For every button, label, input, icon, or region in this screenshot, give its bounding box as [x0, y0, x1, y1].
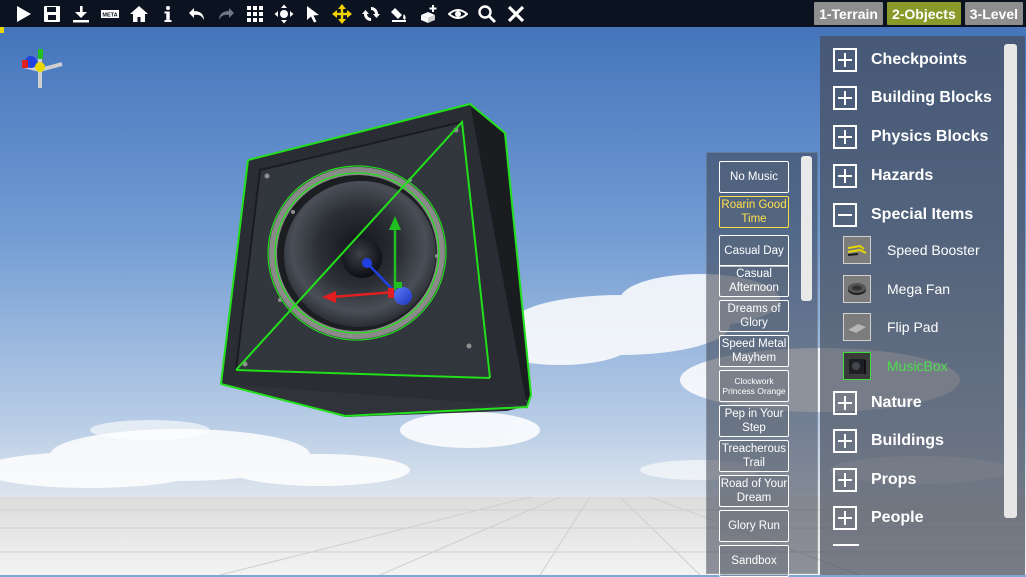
meta-button[interactable]: META	[95, 0, 124, 27]
catalog-category-nature[interactable]: Nature	[833, 388, 922, 418]
play-icon	[16, 5, 31, 22]
search-icon	[477, 4, 496, 23]
music-selection-panel: No Music Roarin Good Time Casual Day Casual…	[706, 152, 818, 577]
close-icon	[507, 5, 524, 22]
category-label: Special Items	[871, 206, 974, 223]
catalog-category-props[interactable]: Props	[833, 465, 916, 495]
expand-icon[interactable]	[833, 429, 857, 453]
undo-icon	[188, 7, 204, 20]
close-button[interactable]	[501, 0, 530, 27]
orbit-button[interactable]	[269, 0, 298, 27]
music-option[interactable]: Glory Run	[719, 510, 789, 542]
speed-booster-icon	[843, 236, 871, 264]
catalog-item-mega-fan[interactable]: Mega Fan	[843, 273, 950, 305]
music-option[interactable]: No Music	[719, 161, 789, 193]
catalog-category-special-items[interactable]: Special Items	[833, 200, 973, 230]
paint-button[interactable]	[385, 0, 414, 27]
catalog-category-people[interactable]: People	[833, 503, 923, 533]
music-option[interactable]: Treacherous Trail	[719, 440, 789, 472]
expand-icon[interactable]	[833, 48, 857, 72]
category-label: Building Blocks	[871, 89, 992, 106]
expand-icon[interactable]	[833, 164, 857, 188]
download-button[interactable]	[66, 0, 95, 27]
orbit-icon	[274, 4, 293, 23]
eye-icon	[447, 8, 468, 19]
music-option[interactable]: Roarin Good Time	[719, 196, 789, 228]
category-label: Nature	[871, 394, 922, 411]
grid-icon	[246, 5, 263, 22]
catalog-next-item-peek	[833, 544, 859, 546]
music-option[interactable]: Sandbox	[719, 545, 789, 577]
catalog-scrollbar[interactable]	[1004, 44, 1017, 518]
undo-button[interactable]	[182, 0, 211, 27]
tab-objects[interactable]: 2-Objects	[886, 2, 961, 25]
category-label: People	[871, 509, 924, 526]
flip-pad-icon	[843, 313, 871, 341]
play-button[interactable]	[8, 0, 37, 27]
catalog-item-speed-booster[interactable]: Speed Booster	[843, 234, 980, 266]
category-label: Physics Blocks	[871, 128, 989, 145]
toolbar-accent	[0, 27, 4, 33]
info-button[interactable]	[153, 0, 182, 27]
move-icon	[331, 3, 352, 24]
add-object-button[interactable]	[414, 0, 443, 27]
catalog-category-checkpoints[interactable]: Checkpoints	[833, 45, 967, 75]
item-label: MusicBox	[887, 358, 948, 374]
music-option[interactable]: Speed Metal Mayhem	[719, 335, 789, 367]
category-label: Props	[871, 471, 917, 488]
catalog-category-hazards[interactable]: Hazards	[833, 161, 933, 191]
download-icon	[72, 5, 89, 22]
expand-icon[interactable]	[833, 86, 857, 110]
select-arrow-button[interactable]	[298, 0, 327, 27]
expand-icon[interactable]	[833, 125, 857, 149]
music-option[interactable]: Dreams of Glory	[719, 300, 789, 332]
music-option[interactable]: Casual Day	[719, 235, 789, 267]
mega-fan-icon	[843, 275, 871, 303]
save-icon	[43, 5, 60, 22]
collapse-icon[interactable]	[833, 203, 857, 227]
category-label: Buildings	[871, 432, 944, 449]
category-label: Checkpoints	[871, 51, 968, 68]
grid-button[interactable]	[240, 0, 269, 27]
category-label: Hazards	[871, 167, 934, 184]
music-option[interactable]: Pep in Your Step	[719, 405, 789, 437]
rotate-button[interactable]	[356, 0, 385, 27]
object-catalog-panel: Checkpoints Building Blocks Physics Blocks…	[820, 36, 1025, 575]
item-label: Flip Pad	[887, 319, 939, 335]
save-button[interactable]	[37, 0, 66, 27]
catalog-item-musicbox[interactable]: MusicBox	[843, 350, 948, 382]
redo-icon	[218, 7, 234, 20]
info-icon	[164, 5, 171, 22]
music-option[interactable]: Casual Afternoon	[719, 265, 789, 297]
eye-button[interactable]	[443, 0, 472, 27]
music-option[interactable]: Clockwork Princess Orange	[719, 370, 789, 402]
music-option[interactable]: Road of Your Dream	[719, 475, 789, 507]
search-button[interactable]	[472, 0, 501, 27]
paint-icon	[390, 7, 406, 22]
meta-icon: META	[100, 9, 119, 18]
meta-label: META	[102, 12, 117, 18]
add-object-icon	[420, 4, 436, 23]
catalog-category-buildings[interactable]: Buildings	[833, 426, 944, 456]
catalog-category-physics-blocks[interactable]: Physics Blocks	[833, 122, 988, 152]
top-toolbar: META 1-Terrain 2-Objects 3-Level	[0, 0, 1026, 27]
home-icon	[129, 5, 148, 22]
tab-terrain[interactable]: 1-Terrain	[814, 2, 883, 25]
item-label: Mega Fan	[887, 281, 951, 297]
home-button[interactable]	[124, 0, 153, 27]
expand-icon[interactable]	[833, 506, 857, 530]
tab-level[interactable]: 3-Level	[964, 2, 1023, 25]
catalog-category-building-blocks[interactable]: Building Blocks	[833, 83, 992, 113]
expand-icon[interactable]	[833, 391, 857, 415]
expand-icon[interactable]	[833, 468, 857, 492]
mode-tabs: 1-Terrain 2-Objects 3-Level	[814, 2, 1023, 25]
music-box-icon	[843, 352, 871, 380]
redo-button[interactable]	[211, 0, 240, 27]
catalog-item-flip-pad[interactable]: Flip Pad	[843, 311, 938, 343]
select-arrow-icon	[306, 5, 319, 22]
item-label: Speed Booster	[887, 242, 980, 258]
rotate-icon	[361, 6, 380, 21]
move-button[interactable]	[327, 0, 356, 27]
music-list-scrollbar[interactable]	[801, 156, 812, 301]
